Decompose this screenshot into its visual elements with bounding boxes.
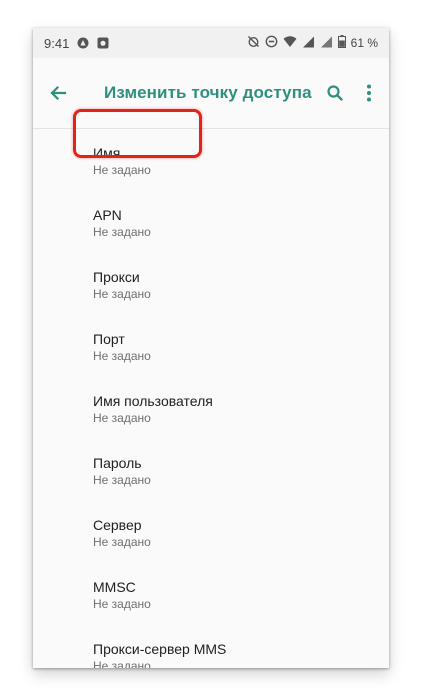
pref-summary: Не задано	[93, 225, 151, 239]
app-notification-icon	[76, 37, 89, 50]
pref-summary: Не задано	[93, 349, 151, 363]
pref-username[interactable]: Имя пользователя Не задано	[33, 377, 389, 439]
phone-screen: 9:41 61 % Изменить точку доступа Имя Не …	[33, 28, 389, 668]
pref-proxy[interactable]: Прокси Не задано	[33, 253, 389, 315]
dnd-icon	[265, 35, 278, 51]
pref-summary: Не задано	[93, 659, 151, 668]
pref-summary: Не задано	[93, 597, 151, 611]
pref-server[interactable]: Сервер Не задано	[33, 501, 389, 563]
pref-apn[interactable]: APN Не задано	[33, 191, 389, 253]
app-bar: Изменить точку доступа	[33, 58, 389, 129]
status-time: 9:41	[44, 35, 70, 51]
pref-title: APN	[93, 207, 122, 223]
signal-icon-2	[320, 36, 333, 51]
pref-title: Имя	[93, 145, 121, 161]
pref-title: Имя пользователя	[93, 393, 213, 409]
back-button[interactable]	[45, 80, 71, 106]
status-bar: 9:41 61 %	[33, 28, 389, 58]
pref-name[interactable]: Имя Не задано	[33, 129, 389, 191]
pref-port[interactable]: Порт Не задано	[33, 315, 389, 377]
search-button[interactable]	[323, 81, 347, 105]
pref-summary: Не задано	[93, 163, 151, 177]
alarm-off-icon	[247, 35, 260, 51]
pref-title: Порт	[93, 331, 125, 347]
signal-icon	[302, 36, 315, 51]
page-title: Изменить точку доступа	[104, 83, 312, 102]
photo-notification-icon	[96, 37, 109, 50]
pref-summary: Не задано	[93, 473, 151, 487]
more-vert-icon	[367, 84, 371, 102]
search-icon	[327, 85, 344, 102]
overflow-menu-button[interactable]	[357, 81, 381, 105]
pref-summary: Не задано	[93, 287, 151, 301]
pref-title: Сервер	[93, 517, 142, 533]
battery-percent: 61 %	[350, 36, 378, 50]
arrow-back-icon	[50, 85, 67, 101]
wifi-icon	[283, 35, 297, 51]
pref-mms-proxy[interactable]: Прокси-сервер MMS Не задано	[33, 625, 389, 668]
pref-summary: Не задано	[93, 535, 151, 549]
pref-title: MMSC	[93, 579, 136, 595]
pref-title: Прокси-сервер MMS	[93, 641, 227, 657]
battery-icon	[337, 35, 346, 51]
pref-password[interactable]: Пароль Не задано	[33, 439, 389, 501]
pref-summary: Не задано	[93, 411, 151, 425]
pref-title: Прокси	[93, 269, 140, 285]
pref-mmsc[interactable]: MMSC Не задано	[33, 563, 389, 625]
preference-list: Имя Не задано APN Не задано Прокси Не за…	[33, 129, 389, 668]
pref-title: Пароль	[93, 455, 142, 471]
